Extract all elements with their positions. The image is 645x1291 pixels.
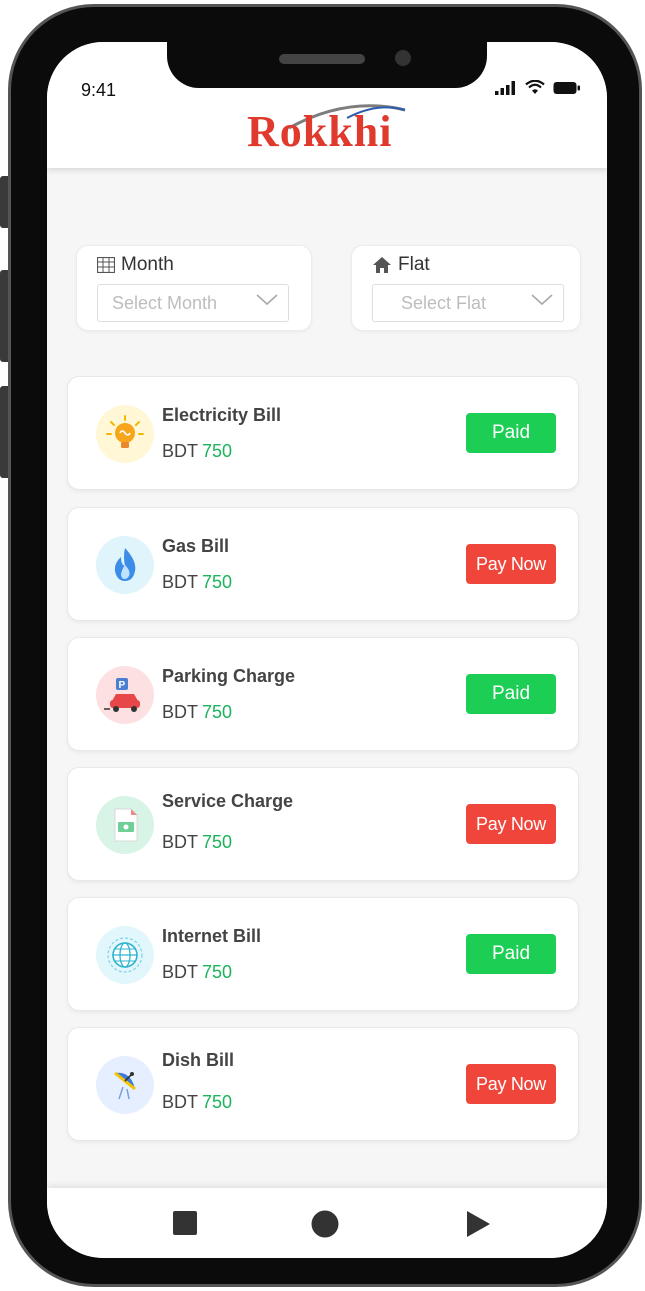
bill-card-service: Service Charge BDT 750 Pay Now	[67, 767, 579, 881]
month-filter-label: Month	[97, 254, 174, 276]
bill-amount-value: 750	[202, 702, 233, 722]
bill-name: Electricity Bill	[162, 405, 282, 425]
pay-now-button[interactable]: Pay Now	[466, 1064, 556, 1104]
status-icons	[495, 80, 581, 95]
car-parking-icon: P	[96, 666, 154, 724]
pay-now-button[interactable]: Pay Now	[466, 544, 556, 584]
bill-card-gas: Gas Bill BDT 750 Pay Now	[67, 507, 579, 621]
stop-square-icon[interactable]	[172, 1210, 198, 1236]
phone-screen: 9:41 Rokkhi Month Select Month Flat Sele…	[47, 42, 607, 1258]
flat-select[interactable]: Select Flat	[372, 284, 564, 322]
bill-amount: BDT 750	[162, 962, 233, 982]
wifi-icon	[525, 80, 545, 94]
bill-amount-value: 750	[202, 962, 233, 982]
bill-name: Gas Bill	[162, 536, 230, 556]
flat-filter-label: Flat	[372, 254, 430, 276]
bill-amount: BDT 750	[162, 1092, 233, 1112]
bill-amount: BDT 750	[162, 572, 233, 592]
bill-amount-value: 750	[202, 1092, 233, 1112]
bill-name: Internet Bill	[162, 926, 262, 946]
logo-text: Rokkhi	[247, 107, 393, 156]
paid-button[interactable]: Paid	[466, 674, 556, 714]
month-select[interactable]: Select Month	[97, 284, 289, 322]
home-icon	[373, 257, 391, 273]
status-time: 9:41	[81, 80, 117, 100]
cash-document-icon	[96, 796, 154, 854]
lightbulb-icon	[96, 405, 154, 463]
bill-name: Dish Bill	[162, 1050, 235, 1070]
bill-amount-value: 750	[202, 832, 233, 852]
flat-filter: Flat Select Flat	[351, 245, 581, 331]
flat-select-placeholder: Select Flat	[401, 292, 487, 313]
bill-amount: BDT 750	[162, 702, 233, 722]
svg-text:P: P	[119, 680, 126, 691]
rokkhi-logo: Rokkhi	[247, 100, 417, 170]
camera-notch	[167, 42, 487, 88]
home-circle-icon[interactable]	[311, 1210, 339, 1238]
satellite-dish-icon	[96, 1056, 154, 1114]
flame-icon	[96, 536, 154, 594]
month-select-placeholder: Select Month	[112, 292, 218, 313]
bill-name: Parking Charge	[162, 666, 296, 686]
signal-icon	[495, 80, 515, 95]
bill-amount: BDT 750	[162, 832, 233, 852]
globe-icon	[96, 926, 154, 984]
bill-card-parking: P Parking Charge BDT 750 Paid	[67, 637, 579, 751]
bill-card-electricity: Electricity Bill BDT 750 Paid	[67, 376, 579, 490]
pay-now-button[interactable]: Pay Now	[466, 804, 556, 844]
speaker-grille	[279, 54, 365, 64]
paid-button[interactable]: Paid	[466, 413, 556, 453]
back-triangle-icon[interactable]	[465, 1210, 491, 1238]
month-filter: Month Select Month	[76, 245, 312, 331]
navigation-bar	[47, 1188, 607, 1258]
bill-amount-value: 750	[202, 572, 233, 592]
bill-card-internet: Internet Bill BDT 750 Paid	[67, 897, 579, 1011]
paid-button[interactable]: Paid	[466, 934, 556, 974]
bill-card-dish: Dish Bill BDT 750 Pay Now	[67, 1027, 579, 1141]
calendar-grid-icon	[97, 257, 115, 273]
front-camera	[395, 50, 411, 66]
bill-name: Service Charge	[162, 791, 294, 811]
bill-amount: BDT 750	[162, 441, 233, 461]
chevron-down-icon	[256, 294, 278, 306]
battery-icon	[553, 81, 580, 94]
chevron-down-icon	[531, 294, 553, 306]
app-header: 9:41 Rokkhi	[47, 42, 607, 168]
bill-amount-value: 750	[202, 441, 233, 461]
